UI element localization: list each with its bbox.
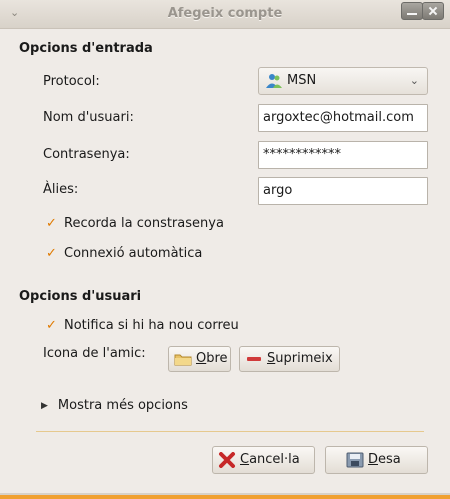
window-title: Afegeix compte — [167, 6, 283, 21]
separator — [36, 431, 424, 432]
more-options-expander[interactable]: ▶ Mostra més opcions — [41, 398, 188, 413]
save-button-label: esa — [378, 452, 401, 467]
checkmark-icon: ✓ — [46, 246, 57, 261]
remove-icon — [245, 351, 263, 367]
add-account-dialog: ⌄ Afegeix compte Opcions d'entrada Proto… — [0, 0, 450, 499]
title-bar[interactable]: ⌄ Afegeix compte — [0, 0, 450, 29]
protocol-value: MSN — [287, 73, 317, 88]
auto-connect-label: Connexió automàtica — [64, 246, 203, 261]
save-disk-icon — [346, 452, 364, 468]
checkmark-icon: ✓ — [46, 318, 57, 333]
username-field[interactable]: argoxtec@hotmail.com — [258, 104, 428, 132]
alias-label: Àlies: — [43, 182, 79, 197]
remember-password-checkbox[interactable]: ✓ Recorda la constrasenya — [46, 216, 224, 231]
alias-field[interactable]: argo — [258, 177, 428, 205]
cancel-button-mnemonic: C — [240, 452, 250, 467]
save-button-mnemonic: D — [368, 452, 379, 467]
notify-mail-checkbox[interactable]: ✓ Notifica si hi ha nou correu — [46, 318, 239, 333]
password-label: Contrasenya: — [43, 147, 130, 162]
remove-button[interactable]: Suprimeix — [239, 346, 340, 372]
cancel-button[interactable]: Cancel·la — [212, 446, 315, 474]
remove-button-label: uprimeix — [275, 351, 333, 366]
save-button[interactable]: Desa — [325, 446, 428, 474]
minimize-button[interactable] — [401, 2, 423, 20]
open-button[interactable]: Obre — [168, 346, 231, 372]
checkmark-icon: ✓ — [46, 216, 57, 231]
open-button-label: bre — [206, 351, 228, 366]
window-controls — [401, 2, 444, 20]
chevron-down-icon: ⌄ — [409, 74, 419, 87]
password-field[interactable]: ************ — [258, 141, 428, 169]
more-options-label: Mostra més opcions — [57, 398, 188, 413]
cancel-x-icon — [218, 452, 236, 468]
folder-icon — [174, 351, 192, 367]
cancel-button-label: ancel·la — [249, 452, 300, 467]
buddy-icon-label: Icona de l'amic: — [43, 346, 146, 361]
open-button-mnemonic: O — [196, 351, 207, 366]
protocol-label: Protocol: — [43, 74, 100, 89]
expander-arrow-icon: ▶ — [41, 400, 48, 411]
msn-buddy-icon — [265, 73, 283, 89]
username-label: Nom d'usuari: — [43, 110, 134, 125]
notify-mail-label: Notifica si hi ha nou correu — [64, 318, 239, 333]
auto-connect-checkbox[interactable]: ✓ Connexió automàtica — [46, 246, 202, 261]
remember-password-label: Recorda la constrasenya — [64, 216, 224, 231]
close-button[interactable] — [422, 2, 444, 20]
desktop-background-strip — [0, 495, 450, 499]
entry-options-heading: Opcions d'entrada — [19, 41, 153, 56]
protocol-select[interactable]: MSN ⌄ — [258, 67, 428, 95]
user-options-heading: Opcions d'usuari — [19, 289, 142, 304]
